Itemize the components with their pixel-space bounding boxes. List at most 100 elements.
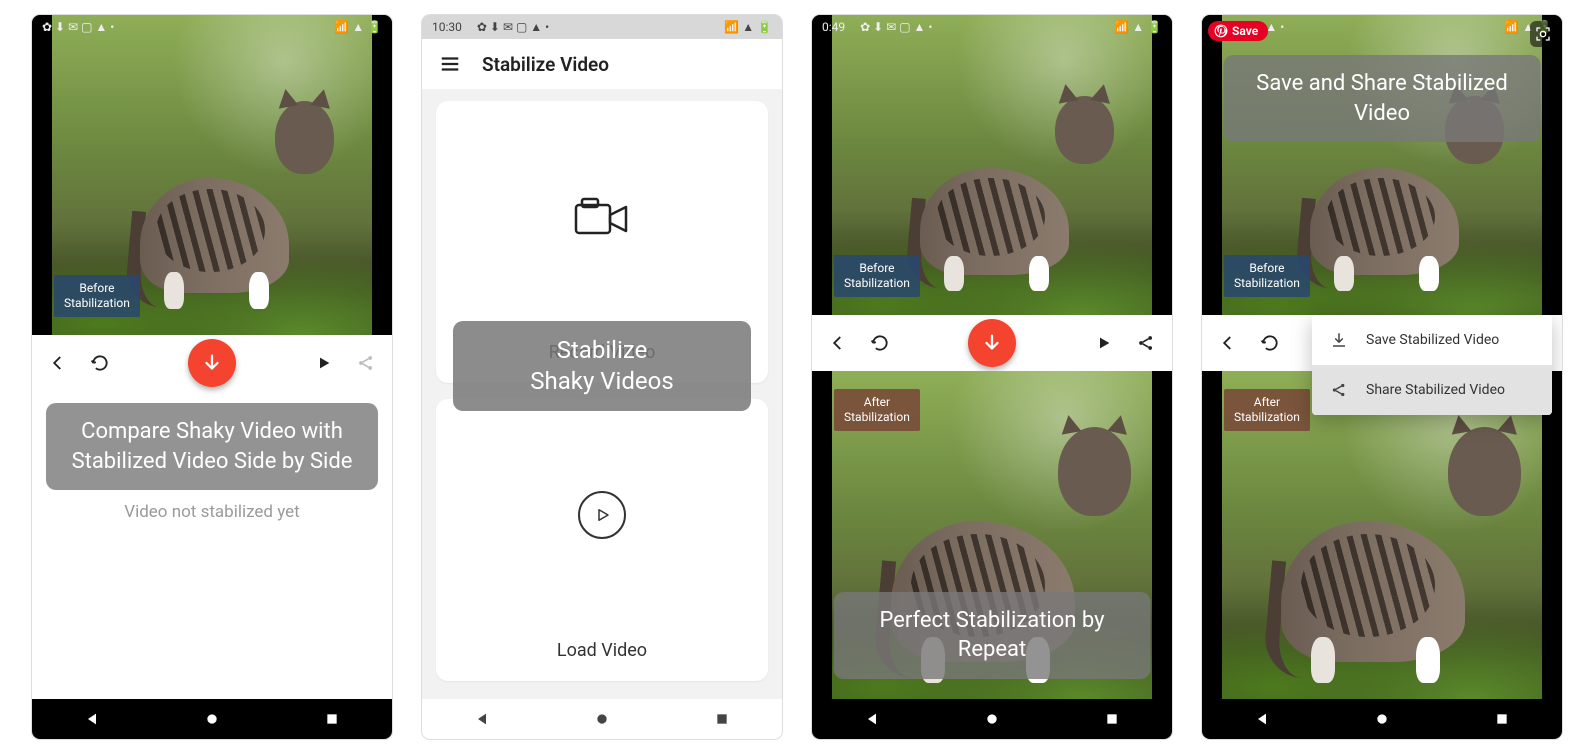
status-left: ✿ ⬇ ✉ ▢ ▲ • xyxy=(477,20,549,34)
play-button[interactable] xyxy=(312,351,336,375)
popup-save-row[interactable]: Save Stabilized Video xyxy=(1312,315,1552,365)
bottom-pane: Compare Shaky Video with Stabilized Vide… xyxy=(32,391,392,699)
android-nav xyxy=(32,699,392,739)
status-time: 0:49 xyxy=(822,20,845,34)
status-left: ✿ ⬇ ✉ ▢ ▲ • xyxy=(860,20,932,34)
refresh-button[interactable] xyxy=(1258,331,1282,355)
pinterest-save-button[interactable]: Save xyxy=(1208,21,1268,41)
camera-icon xyxy=(574,197,630,237)
content: Before Stabilization After Stabilization… xyxy=(812,15,1172,699)
content: Before Stabilization Compare Shaky Video… xyxy=(32,15,392,699)
app-title: Stabilize Video xyxy=(482,53,609,76)
status-right: 📶 ▲ 🔋 xyxy=(1114,20,1162,34)
app-header: Stabilize Video xyxy=(422,39,782,89)
refresh-button[interactable] xyxy=(868,331,892,355)
stabilize-fab[interactable] xyxy=(968,319,1016,367)
nav-back-icon[interactable] xyxy=(864,711,880,727)
popup-share-label: Share Stabilized Video xyxy=(1366,382,1505,398)
before-badge: Before Stabilization xyxy=(1224,255,1310,297)
nav-back-icon[interactable] xyxy=(474,711,490,727)
download-icon xyxy=(1330,331,1348,349)
nav-recent-icon[interactable] xyxy=(324,711,340,727)
refresh-icon xyxy=(870,333,890,353)
nav-home-icon[interactable] xyxy=(984,711,1000,727)
android-nav xyxy=(1202,699,1562,739)
toolbar xyxy=(32,335,392,391)
after-badge: After Stabilization xyxy=(834,389,920,431)
android-nav xyxy=(812,699,1172,739)
lens-icon xyxy=(1535,26,1551,42)
screenshot-3: 0:49 ✿ ⬇ ✉ ▢ ▲ • 📶 ▲ 🔋 Before Stabilizat… xyxy=(812,15,1172,739)
play-icon xyxy=(316,355,332,371)
before-video-pane: Before Stabilization xyxy=(812,15,1172,315)
status-right: 📶 ▲ 🔋 xyxy=(724,20,772,34)
pin-label: Save xyxy=(1232,24,1258,38)
callout: Perfect Stabilization by Repeat xyxy=(834,592,1151,679)
before-video-pane: Before Stabilization Save and Share Stab… xyxy=(1202,15,1562,315)
refresh-icon xyxy=(90,353,110,373)
popup-share-row[interactable]: Share Stabilized Video xyxy=(1312,365,1552,415)
refresh-button[interactable] xyxy=(88,351,112,375)
screenshot-2: 10:30 ✿ ⬇ ✉ ▢ ▲ • 📶 ▲ 🔋 Stabilize Video … xyxy=(422,15,782,739)
before-badge: Before Stabilization xyxy=(834,255,920,297)
stabilize-fab[interactable] xyxy=(188,339,236,387)
after-video-pane: After Stabilization xyxy=(1202,371,1562,699)
nav-home-icon[interactable] xyxy=(594,711,610,727)
popup-save-label: Save Stabilized Video xyxy=(1366,332,1499,348)
screenshot-1: ✿ ⬇ ✉ ▢ ▲ • 📶 ▲ 🔋 Before Stabilization C… xyxy=(32,15,392,739)
status-bar: 0:49 ✿ ⬇ ✉ ▢ ▲ • 📶 ▲ 🔋 xyxy=(812,15,1172,39)
content: Before Stabilization Save and Share Stab… xyxy=(1202,15,1562,699)
callout: Stabilize Shaky Videos xyxy=(453,321,752,411)
menu-button[interactable] xyxy=(438,52,462,76)
back-button[interactable] xyxy=(46,351,70,375)
android-nav xyxy=(422,699,782,739)
nav-recent-icon[interactable] xyxy=(1494,711,1510,727)
arrow-down-icon xyxy=(201,352,223,374)
status-left: ✿ ⬇ ✉ ▢ ▲ • xyxy=(42,20,114,34)
play-circle-icon xyxy=(578,491,626,539)
before-badge: Before Stabilization xyxy=(54,275,140,317)
screenshot-4: ✿ ⬇ ✉ ▢ ▲ • 📶 ▲ 🔋 Save Before Stabilizat… xyxy=(1202,15,1562,739)
after-badge: After Stabilization xyxy=(1224,389,1310,431)
load-video-card[interactable]: Load Video xyxy=(436,399,768,681)
callout-top: Save and Share Stabilized Video xyxy=(1224,55,1541,142)
status-time: 10:30 xyxy=(432,20,462,34)
share-button[interactable] xyxy=(1134,331,1158,355)
chevron-left-icon xyxy=(829,334,847,352)
share-icon xyxy=(1330,381,1348,399)
after-video-pane: After Stabilization Perfect Stabilizatio… xyxy=(812,371,1172,699)
menu-icon xyxy=(439,53,461,75)
share-popup: Save Stabilized Video Share Stabilized V… xyxy=(1312,315,1552,415)
back-button[interactable] xyxy=(1216,331,1240,355)
play-icon xyxy=(593,506,611,524)
callout: Compare Shaky Video with Stabilized Vide… xyxy=(46,403,378,490)
refresh-icon xyxy=(1260,333,1280,353)
play-button[interactable] xyxy=(1092,331,1116,355)
nav-back-icon[interactable] xyxy=(84,711,100,727)
play-icon xyxy=(1096,335,1112,351)
back-button[interactable] xyxy=(826,331,850,355)
visual-search-button[interactable] xyxy=(1530,21,1556,47)
share-icon xyxy=(356,353,376,373)
status-right: 📶 ▲ 🔋 xyxy=(334,20,382,34)
nav-home-icon[interactable] xyxy=(1374,711,1390,727)
chevron-left-icon xyxy=(49,354,67,372)
share-icon xyxy=(1136,333,1156,353)
toolbar: Save Stabilized Video Share Stabilized V… xyxy=(1202,315,1562,371)
nav-home-icon[interactable] xyxy=(204,711,220,727)
nav-recent-icon[interactable] xyxy=(714,711,730,727)
arrow-down-icon xyxy=(981,332,1003,354)
pinterest-icon xyxy=(1214,24,1228,38)
record-video-card[interactable]: Record Video Stabilize Shaky Videos xyxy=(436,101,768,383)
before-video-pane: Before Stabilization xyxy=(32,15,392,335)
share-button[interactable] xyxy=(354,351,378,375)
nav-recent-icon[interactable] xyxy=(1104,711,1120,727)
status-bar: 10:30 ✿ ⬇ ✉ ▢ ▲ • 📶 ▲ 🔋 xyxy=(422,15,782,39)
nav-back-icon[interactable] xyxy=(1254,711,1270,727)
toolbar xyxy=(812,315,1172,371)
status-caption: Video not stabilized yet xyxy=(124,502,300,522)
content: Record Video Stabilize Shaky Videos Load… xyxy=(422,89,782,699)
load-video-label: Load Video xyxy=(557,640,647,661)
chevron-left-icon xyxy=(1219,334,1237,352)
status-bar: ✿ ⬇ ✉ ▢ ▲ • 📶 ▲ 🔋 xyxy=(32,15,392,39)
